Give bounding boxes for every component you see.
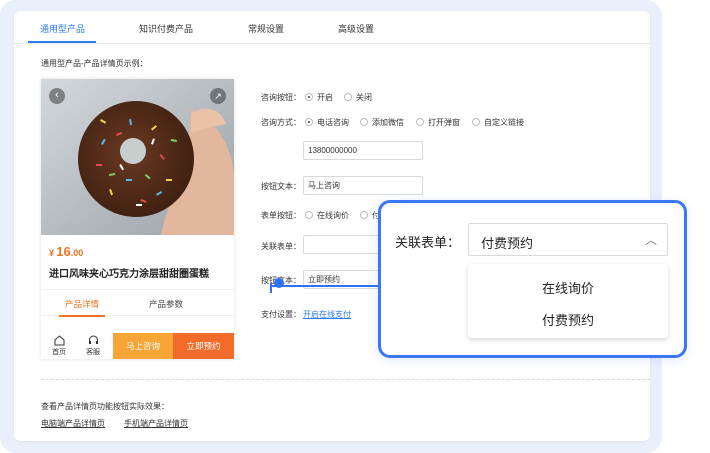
back-icon[interactable]: ‹: [49, 88, 65, 104]
phone-input[interactable]: 13800000000: [303, 141, 423, 160]
mobile-detail-link[interactable]: 手机端产品详情页: [124, 418, 188, 429]
radio-label: 自定义链接: [484, 118, 524, 127]
share-icon[interactable]: ↗: [210, 88, 226, 104]
form-paid-radio[interactable]: 付: [360, 210, 380, 221]
form-button-label: 表单按钮：: [261, 211, 301, 220]
price-decimal: .00: [70, 248, 84, 258]
home-button[interactable]: 首页: [41, 335, 77, 357]
price-currency: ¥: [49, 248, 55, 258]
tab-product-details[interactable]: 产品详情: [65, 298, 99, 310]
form-online-quote-radio[interactable]: 在线询价: [305, 210, 349, 221]
payment-settings-label: 支付设置：: [261, 310, 301, 319]
radio-icon: [416, 118, 424, 126]
radio-label: 添加微信: [372, 118, 404, 127]
linked-form-callout: 关联表单： 付费预约 ︿ 在线询价 付费预约: [378, 200, 687, 358]
callout-selected-value: 付费预约: [481, 236, 534, 251]
method-popup-radio[interactable]: 打开弹窗: [416, 117, 460, 128]
radio-checked-icon: [305, 93, 313, 101]
callout-dropdown: 在线询价 付费预约: [468, 264, 668, 338]
product-tabs: 产品详情 产品参数: [41, 289, 234, 317]
home-icon: [41, 335, 77, 347]
radio-label: 关闭: [356, 93, 372, 102]
callout-label: 关联表单：: [395, 235, 461, 250]
method-wechat-radio[interactable]: 添加微信: [360, 117, 404, 128]
linked-form-label: 关联表单：: [261, 242, 301, 251]
button-text-label: 按钮文本：: [261, 182, 301, 191]
ask-now-button[interactable]: 马上咨询: [113, 333, 173, 359]
product-name: 进口风味夹心巧克力涂层甜甜圈蛋糕: [49, 269, 209, 280]
product-photo: ‹ ↗: [41, 79, 234, 235]
book-now-button[interactable]: 立即预约: [173, 333, 234, 359]
radio-label: 开启: [317, 93, 333, 102]
consult-off-radio[interactable]: 关闭: [344, 92, 372, 103]
radio-label: 打开弹窗: [428, 118, 460, 127]
radio-icon: [344, 93, 352, 101]
example-title: 通用型产品-产品详情页示例：: [41, 59, 148, 68]
radio-icon: [472, 118, 480, 126]
donut-image: [41, 79, 234, 235]
callout-connector-line: [270, 285, 380, 287]
product-price: ¥ 16.00: [49, 244, 83, 259]
desktop-detail-link[interactable]: 电脑端产品详情页: [41, 418, 105, 429]
tab-regular-settings[interactable]: 常规设置: [248, 22, 284, 35]
radio-label: 在线询价: [317, 211, 349, 220]
service-label: 客服: [86, 349, 100, 356]
action-bar: 首页 客服 马上咨询 立即预约: [41, 333, 234, 359]
product-tab-indicator: [59, 315, 105, 317]
radio-icon: [360, 211, 368, 219]
callout-select[interactable]: 付费预约 ︿: [468, 223, 668, 256]
linked-form-select[interactable]: [303, 235, 383, 254]
tab-bar: 通用型产品 知识付费产品 常规设置 高级设置: [14, 11, 650, 44]
option-paid-booking[interactable]: 付费预约: [468, 310, 668, 329]
product-detail-preview: ‹ ↗ ¥ 16.00 进口风味夹心巧克力涂层甜甜圈蛋糕 产品详情 产品参数 首…: [41, 79, 234, 359]
headset-icon: [75, 335, 111, 347]
option-online-quote[interactable]: 在线询价: [468, 278, 668, 297]
bottom-note: 查看产品详情页功能按钮实际效果：: [41, 402, 169, 411]
method-phone-radio[interactable]: 电话咨询: [305, 117, 349, 128]
method-custom-link-radio[interactable]: 自定义链接: [472, 117, 524, 128]
consult-button-label: 咨询按钮：: [261, 93, 301, 102]
tab-general-product[interactable]: 通用型产品: [40, 22, 85, 35]
radio-label: 电话咨询: [317, 118, 349, 127]
tab-product-params[interactable]: 产品参数: [149, 298, 183, 310]
divider: [41, 379, 650, 380]
price-integer: 16: [56, 244, 71, 259]
home-label: 首页: [52, 349, 66, 356]
consult-on-radio[interactable]: 开启: [305, 92, 333, 103]
chevron-up-icon: ︿: [644, 233, 657, 247]
service-button[interactable]: 客服: [75, 335, 111, 357]
ask-button-text-input[interactable]: 马上咨询: [303, 176, 423, 195]
radio-icon: [305, 211, 313, 219]
active-tab-indicator: [28, 41, 96, 43]
tab-paid-knowledge[interactable]: 知识付费产品: [139, 22, 193, 35]
tab-advanced-settings[interactable]: 高级设置: [338, 22, 374, 35]
enable-online-payment-link[interactable]: 开启在线支付: [303, 309, 351, 320]
consult-method-label: 咨询方式：: [261, 118, 301, 127]
callout-anchor-dot: [274, 278, 284, 288]
radio-icon: [360, 118, 368, 126]
radio-checked-icon: [305, 118, 313, 126]
